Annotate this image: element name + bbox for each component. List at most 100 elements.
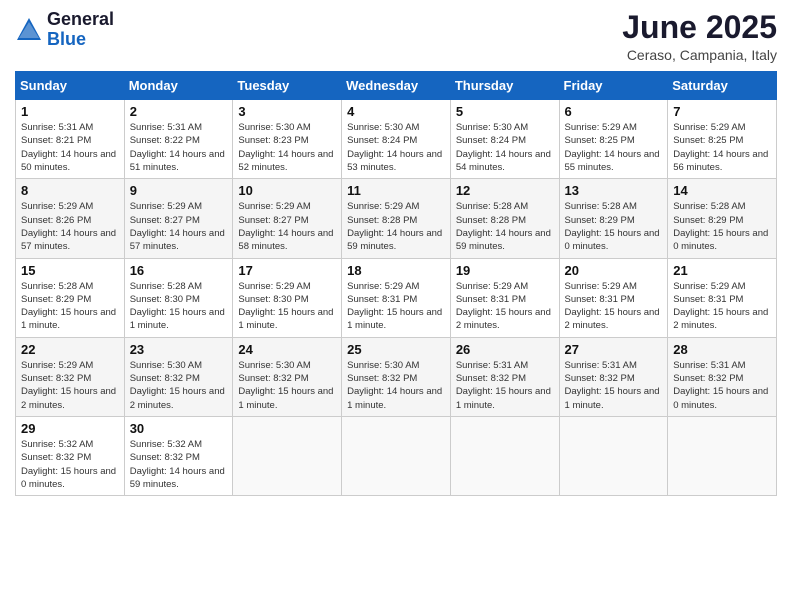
calendar-cell: 20 Sunrise: 5:29 AMSunset: 8:31 PMDayligh… <box>559 258 668 337</box>
day-number: 3 <box>238 104 336 119</box>
weekday-header: Tuesday <box>233 72 342 100</box>
day-number: 22 <box>21 342 119 357</box>
calendar-cell: 28Sunrise: 5:31 AMSunset: 8:32 PMDayligh… <box>668 337 777 416</box>
day-number: 5 <box>456 104 554 119</box>
day-number: 12 <box>456 183 554 198</box>
day-number: 6 <box>565 104 663 119</box>
location: Ceraso, Campania, Italy <box>622 47 777 63</box>
calendar: SundayMondayTuesdayWednesdayThursdayFrid… <box>15 71 777 496</box>
calendar-cell: 11 Sunrise: 5:29 AMSunset: 8:28 PMDayligh… <box>342 179 451 258</box>
calendar-cell: 14 Sunrise: 5:28 AMSunset: 8:29 PMDayligh… <box>668 179 777 258</box>
logo: General Blue <box>15 10 114 50</box>
day-number: 26 <box>456 342 554 357</box>
day-info: Sunrise: 5:29 AMSunset: 8:31 PMDaylight:… <box>565 280 663 333</box>
logo-icon <box>15 16 43 44</box>
day-info: Sunrise: 5:29 AMSunset: 8:31 PMDaylight:… <box>456 280 554 333</box>
day-info: Sunrise: 5:29 AMSunset: 8:28 PMDaylight:… <box>347 200 445 253</box>
day-info: Sunrise: 5:31 AMSunset: 8:32 PMDaylight:… <box>456 359 554 412</box>
calendar-cell: 15 Sunrise: 5:28 AMSunset: 8:29 PMDayligh… <box>16 258 125 337</box>
weekday-header: Monday <box>124 72 233 100</box>
weekday-header: Wednesday <box>342 72 451 100</box>
calendar-cell: 22 Sunrise: 5:29 AMSunset: 8:32 PMDayligh… <box>16 337 125 416</box>
day-info: Sunrise: 5:30 AMSunset: 8:32 PMDaylight:… <box>130 359 228 412</box>
calendar-cell: 9Sunrise: 5:29 AMSunset: 8:27 PMDaylight… <box>124 179 233 258</box>
day-info: Sunrise: 5:29 AMSunset: 8:27 PMDaylight:… <box>238 200 336 253</box>
calendar-cell: 6 Sunrise: 5:29 AMSunset: 8:25 PMDaylight… <box>559 100 668 179</box>
day-number: 27 <box>565 342 663 357</box>
calendar-week-row: 1 Sunrise: 5:31 AMSunset: 8:21 PMDaylight… <box>16 100 777 179</box>
day-number: 20 <box>565 263 663 278</box>
calendar-cell: 21 Sunrise: 5:29 AMSunset: 8:31 PMDayligh… <box>668 258 777 337</box>
day-info: Sunrise: 5:31 AMSunset: 8:22 PMDaylight:… <box>130 121 228 174</box>
day-number: 14 <box>673 183 771 198</box>
calendar-cell <box>450 416 559 495</box>
day-info: Sunrise: 5:29 AMSunset: 8:31 PMDaylight:… <box>673 280 771 333</box>
month-title: June 2025 <box>622 10 777 45</box>
calendar-week-row: 29 Sunrise: 5:32 AMSunset: 8:32 PMDayligh… <box>16 416 777 495</box>
weekday-header-row: SundayMondayTuesdayWednesdayThursdayFrid… <box>16 72 777 100</box>
day-info: Sunrise: 5:29 AMSunset: 8:26 PMDaylight:… <box>21 200 119 253</box>
day-number: 1 <box>21 104 119 119</box>
weekday-header: Saturday <box>668 72 777 100</box>
calendar-cell: 4 Sunrise: 5:30 AMSunset: 8:24 PMDaylight… <box>342 100 451 179</box>
calendar-cell: 30Sunrise: 5:32 AMSunset: 8:32 PMDayligh… <box>124 416 233 495</box>
page: General Blue June 2025 Ceraso, Campania,… <box>0 0 792 612</box>
day-number: 23 <box>130 342 228 357</box>
calendar-cell: 13Sunrise: 5:28 AMSunset: 8:29 PMDayligh… <box>559 179 668 258</box>
day-number: 8 <box>21 183 119 198</box>
day-info: Sunrise: 5:30 AMSunset: 8:24 PMDaylight:… <box>347 121 445 174</box>
calendar-cell: 25 Sunrise: 5:30 AMSunset: 8:32 PMDayligh… <box>342 337 451 416</box>
calendar-cell: 2 Sunrise: 5:31 AMSunset: 8:22 PMDaylight… <box>124 100 233 179</box>
calendar-cell: 26 Sunrise: 5:31 AMSunset: 8:32 PMDayligh… <box>450 337 559 416</box>
calendar-cell: 12 Sunrise: 5:28 AMSunset: 8:28 PMDayligh… <box>450 179 559 258</box>
calendar-cell: 18Sunrise: 5:29 AMSunset: 8:31 PMDayligh… <box>342 258 451 337</box>
logo-text: General Blue <box>47 10 114 50</box>
day-number: 4 <box>347 104 445 119</box>
calendar-cell <box>668 416 777 495</box>
day-number: 15 <box>21 263 119 278</box>
day-info: Sunrise: 5:29 AMSunset: 8:30 PMDaylight:… <box>238 280 336 333</box>
day-number: 30 <box>130 421 228 436</box>
header: General Blue June 2025 Ceraso, Campania,… <box>15 10 777 63</box>
day-info: Sunrise: 5:28 AMSunset: 8:28 PMDaylight:… <box>456 200 554 253</box>
day-info: Sunrise: 5:31 AMSunset: 8:32 PMDaylight:… <box>673 359 771 412</box>
day-number: 25 <box>347 342 445 357</box>
logo-general: General <box>47 10 114 30</box>
calendar-cell: 29 Sunrise: 5:32 AMSunset: 8:32 PMDayligh… <box>16 416 125 495</box>
day-number: 2 <box>130 104 228 119</box>
logo-blue: Blue <box>47 30 114 50</box>
day-number: 29 <box>21 421 119 436</box>
day-info: Sunrise: 5:29 AMSunset: 8:32 PMDaylight:… <box>21 359 119 412</box>
calendar-cell <box>559 416 668 495</box>
calendar-cell: 23 Sunrise: 5:30 AMSunset: 8:32 PMDayligh… <box>124 337 233 416</box>
calendar-week-row: 22 Sunrise: 5:29 AMSunset: 8:32 PMDayligh… <box>16 337 777 416</box>
calendar-cell: 10Sunrise: 5:29 AMSunset: 8:27 PMDayligh… <box>233 179 342 258</box>
title-block: June 2025 Ceraso, Campania, Italy <box>622 10 777 63</box>
weekday-header: Friday <box>559 72 668 100</box>
day-info: Sunrise: 5:32 AMSunset: 8:32 PMDaylight:… <box>21 438 119 491</box>
day-info: Sunrise: 5:31 AMSunset: 8:32 PMDaylight:… <box>565 359 663 412</box>
day-info: Sunrise: 5:29 AMSunset: 8:31 PMDaylight:… <box>347 280 445 333</box>
day-info: Sunrise: 5:28 AMSunset: 8:29 PMDaylight:… <box>673 200 771 253</box>
day-info: Sunrise: 5:31 AMSunset: 8:21 PMDaylight:… <box>21 121 119 174</box>
calendar-cell: 24 Sunrise: 5:30 AMSunset: 8:32 PMDayligh… <box>233 337 342 416</box>
calendar-cell: 3 Sunrise: 5:30 AMSunset: 8:23 PMDaylight… <box>233 100 342 179</box>
day-info: Sunrise: 5:30 AMSunset: 8:32 PMDaylight:… <box>347 359 445 412</box>
day-number: 19 <box>456 263 554 278</box>
day-number: 21 <box>673 263 771 278</box>
calendar-cell: 17Sunrise: 5:29 AMSunset: 8:30 PMDayligh… <box>233 258 342 337</box>
calendar-cell: 1 Sunrise: 5:31 AMSunset: 8:21 PMDaylight… <box>16 100 125 179</box>
calendar-cell: 16Sunrise: 5:28 AMSunset: 8:30 PMDayligh… <box>124 258 233 337</box>
day-info: Sunrise: 5:29 AMSunset: 8:25 PMDaylight:… <box>565 121 663 174</box>
day-number: 16 <box>130 263 228 278</box>
day-info: Sunrise: 5:30 AMSunset: 8:23 PMDaylight:… <box>238 121 336 174</box>
day-number: 11 <box>347 183 445 198</box>
day-number: 7 <box>673 104 771 119</box>
day-number: 24 <box>238 342 336 357</box>
calendar-week-row: 15 Sunrise: 5:28 AMSunset: 8:29 PMDayligh… <box>16 258 777 337</box>
day-info: Sunrise: 5:28 AMSunset: 8:29 PMDaylight:… <box>21 280 119 333</box>
day-info: Sunrise: 5:30 AMSunset: 8:32 PMDaylight:… <box>238 359 336 412</box>
calendar-cell <box>342 416 451 495</box>
day-info: Sunrise: 5:29 AMSunset: 8:27 PMDaylight:… <box>130 200 228 253</box>
calendar-cell: 19 Sunrise: 5:29 AMSunset: 8:31 PMDayligh… <box>450 258 559 337</box>
